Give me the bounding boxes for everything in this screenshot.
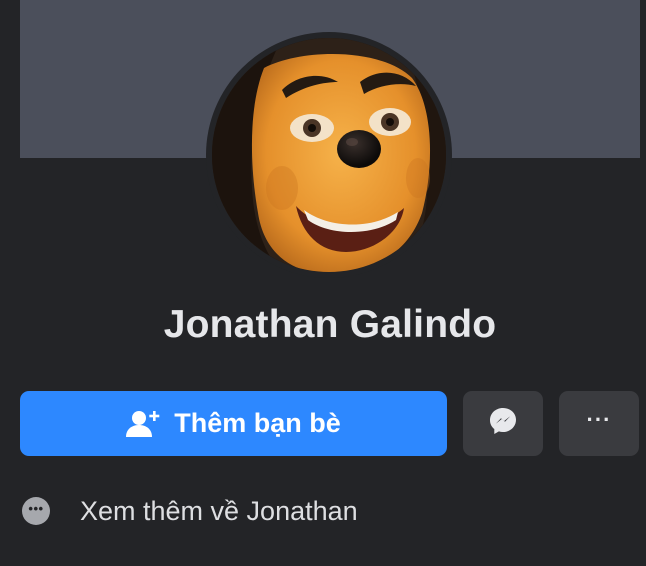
more-options-button[interactable]: ··· [559,391,639,456]
add-friend-button[interactable]: Thêm bạn bè [20,391,447,456]
add-friend-label: Thêm bạn bè [174,408,341,438]
ellipsis-circle-icon: ••• [22,497,50,525]
ellipsis-icon: ··· [586,406,612,432]
message-button[interactable] [463,391,543,456]
avatar-image [212,38,446,272]
profile-avatar[interactable] [212,38,446,272]
person-plus-icon [126,409,160,439]
messenger-icon [488,406,518,441]
profile-name: Jonathan Galindo [163,303,497,346]
see-more-about-link[interactable]: ••• Xem thêm về Jonathan [22,494,358,528]
see-more-about-label: Xem thêm về Jonathan [80,495,358,526]
